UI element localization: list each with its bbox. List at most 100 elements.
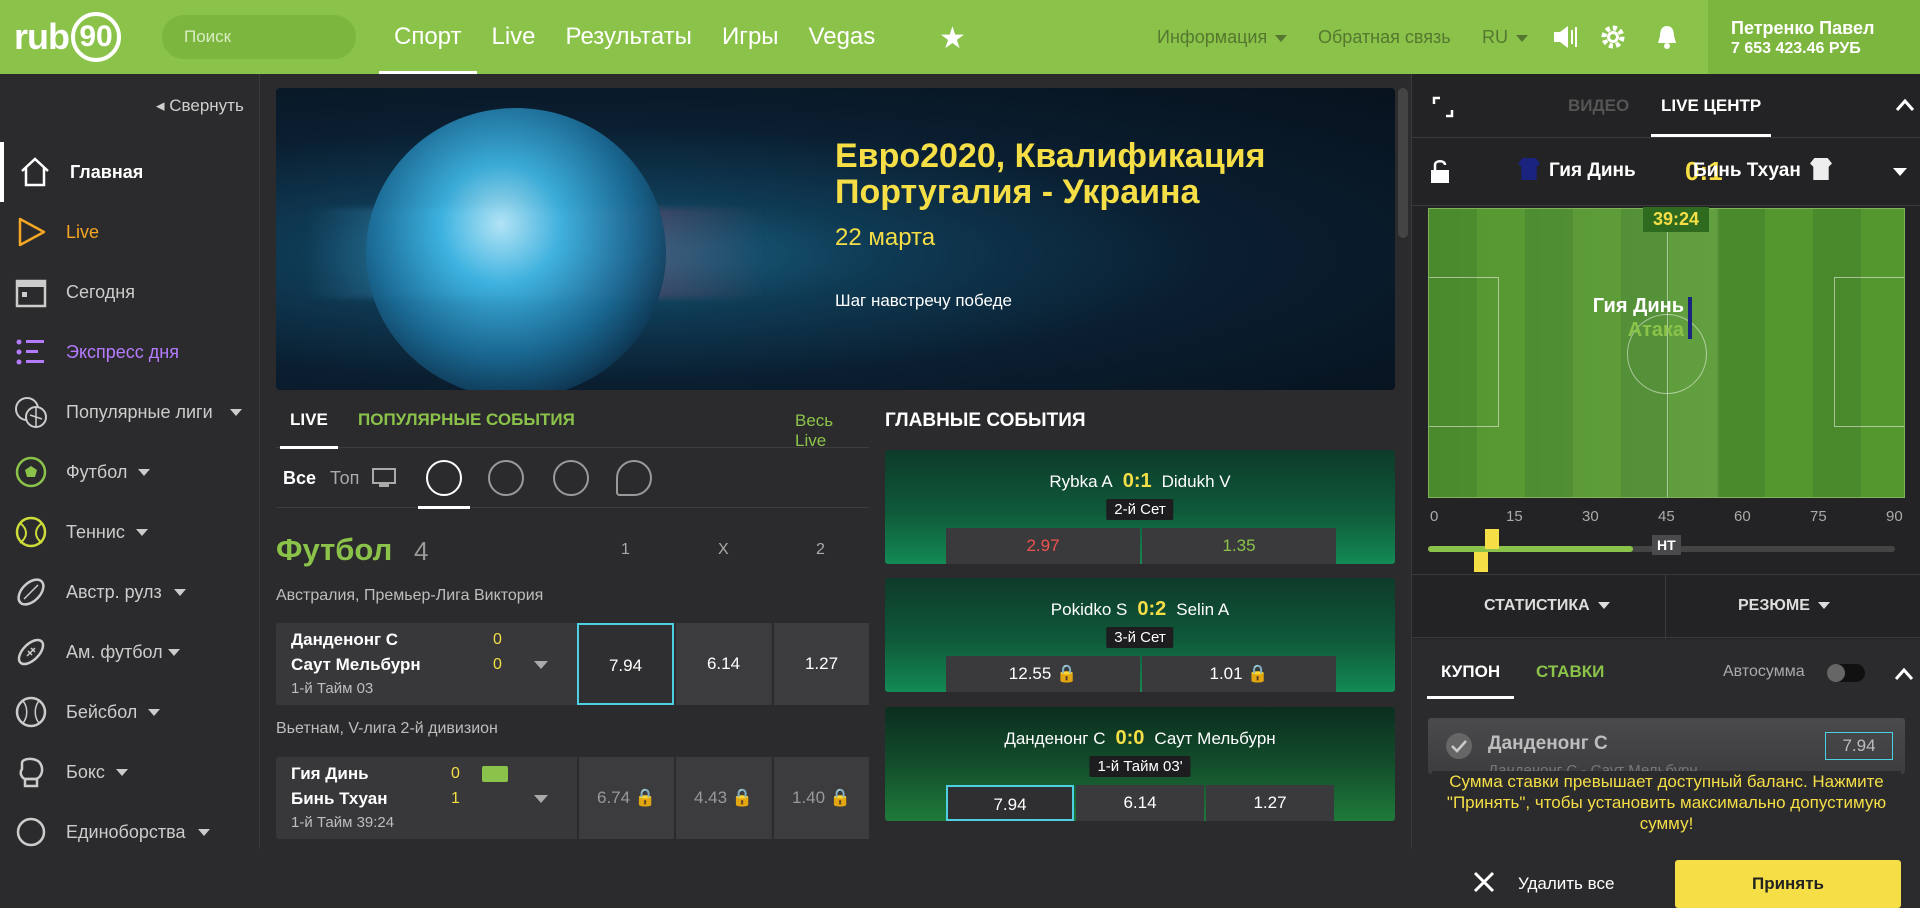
odd-2-locked: 1.01 🔒 — [1142, 656, 1336, 692]
accept-button[interactable]: Принять — [1675, 860, 1901, 908]
check-icon[interactable] — [1445, 732, 1473, 760]
event-card[interactable]: Pokidko S 0:2 Selin A 3-й Сет 12.55 🔒 1.01… — [885, 578, 1395, 692]
odd-2[interactable]: 1.27 — [1206, 785, 1334, 821]
filter-table-tennis-icon[interactable] — [616, 460, 652, 496]
search-input[interactable]: Поиск — [162, 15, 356, 59]
tab-live[interactable]: LIVE — [280, 410, 338, 449]
sidebar-item-label: Футбол — [66, 461, 128, 482]
tennis-ball-icon — [15, 516, 47, 548]
all-live-link[interactable]: Весь Live — [795, 411, 869, 451]
event-period: 1-й Тайм 03' — [1089, 756, 1191, 777]
sidebar-item-combat[interactable]: Единоборства — [0, 802, 260, 862]
odd-1[interactable]: 7.94 — [946, 785, 1074, 821]
nav-vegas[interactable]: Vegas — [794, 0, 891, 74]
sidebar-item-home[interactable]: Главная — [0, 142, 260, 202]
timeline-tick: 0 — [1430, 508, 1439, 525]
top-bar: rub 90 Поиск Спорт Live Результаты Игры … — [0, 0, 1920, 74]
nav-results[interactable]: Результаты — [551, 0, 707, 74]
tab-coupon[interactable]: КУПОН — [1426, 662, 1515, 699]
delete-all-button[interactable]: Удалить все — [1518, 874, 1614, 894]
yellow-card-icon — [1474, 552, 1488, 572]
language-label: RU — [1482, 27, 1508, 47]
chevron-down-icon[interactable] — [534, 795, 548, 803]
table-row[interactable]: Гия Динь Бинь Тхуан 0 1 1-й Тайм 39:24 6… — [276, 757, 869, 839]
nav-live[interactable]: Live — [477, 0, 551, 74]
event-card[interactable]: Данденонг С 0:0 Саут Мельбурн 1-й Тайм 03'… — [885, 707, 1395, 821]
language-select[interactable]: RU — [1482, 27, 1528, 48]
sidebar-item-tennis[interactable]: Теннис — [0, 502, 260, 562]
sidebar-item-popular-leagues[interactable]: Популярные лиги — [0, 382, 260, 442]
notifications-bell-icon[interactable] — [1655, 24, 1679, 50]
sport-filter-bar: Все Топ — [276, 448, 869, 509]
sound-icon[interactable] — [1552, 24, 1578, 50]
odd-x-locked: 4.43 🔒 — [674, 757, 771, 839]
odd-2[interactable]: 1.35 — [1142, 528, 1336, 564]
auto-sum-toggle[interactable] — [1827, 664, 1865, 682]
settings-gear-icon[interactable] — [1600, 24, 1626, 50]
timeline-tick: 90 — [1886, 508, 1903, 525]
play-icon — [18, 217, 46, 247]
sidebar-item-label: Главная — [70, 161, 144, 182]
score-away: 0 — [493, 656, 502, 673]
filter-soccer-icon[interactable] — [488, 460, 524, 496]
odd-2-locked: 1.40 🔒 — [772, 757, 869, 839]
table-row[interactable]: Данденонг С Саут Мельбурн 0 0 1-й Тайм 0… — [276, 623, 869, 705]
logo[interactable]: rub 90 — [14, 12, 121, 62]
user-account[interactable]: Петренко Павел 7 653 423.46 РУБ — [1708, 0, 1920, 74]
monitor-icon[interactable] — [372, 468, 396, 488]
collapse-sidebar-button[interactable]: ◂ Свернуть — [156, 96, 244, 116]
logo-number: 90 — [71, 12, 121, 62]
info-menu[interactable]: Информация — [1157, 27, 1288, 48]
odd-2[interactable]: 1.27 — [772, 623, 869, 705]
nav-games[interactable]: Игры — [707, 0, 794, 74]
filter-all[interactable]: Все — [283, 468, 316, 489]
timeline-tick: 75 — [1810, 508, 1827, 525]
bet-item[interactable]: Данденонг С 7.94 Данденонг С - Саут Мель… — [1428, 718, 1905, 779]
combat-sports-icon — [16, 817, 46, 847]
nav-sport[interactable]: Спорт — [379, 0, 477, 74]
logo-text: rub — [14, 16, 70, 57]
scrollbar[interactable] — [1398, 88, 1408, 238]
close-icon[interactable] — [1472, 870, 1496, 894]
sidebar-item-express[interactable]: Экспресс дня — [0, 322, 260, 382]
favorites-star-icon[interactable]: ★ — [939, 24, 966, 54]
expand-icon[interactable] — [1432, 96, 1454, 118]
collapse-label: Свернуть — [169, 96, 244, 115]
sidebar-item-today[interactable]: Сегодня — [0, 262, 260, 322]
tab-live-center[interactable]: LIVE ЦЕНТР — [1650, 96, 1772, 137]
odd-x[interactable]: 6.14 — [674, 623, 771, 705]
sidebar-item-boxing[interactable]: Бокс — [0, 742, 260, 802]
promo-banner[interactable]: Евро2020, Квалификация Португалия - Украи… — [276, 88, 1395, 390]
sidebar-item-aussie-rules[interactable]: Австр. рулз — [0, 562, 260, 622]
odd-x[interactable]: 6.14 — [1076, 785, 1204, 821]
sidebar-item-label: Австр. рулз — [66, 581, 162, 602]
filter-top[interactable]: Топ — [330, 468, 359, 489]
event-card[interactable]: Rybka A 0:1 Didukh V 2-й Сет 2.97 1.35 — [885, 450, 1395, 564]
filter-soccer-balls-icon[interactable] — [426, 460, 462, 496]
summary-dropdown[interactable]: РЕЗЮМЕ — [1738, 597, 1830, 615]
sidebar-item-label: Экспресс дня — [66, 341, 179, 362]
sidebar-item-baseball[interactable]: Бейсбол — [0, 682, 260, 742]
chevron-up-icon[interactable] — [1894, 667, 1914, 681]
event-teams: Данденонг С 0:0 Саут Мельбурн — [1004, 727, 1276, 749]
balls-icon — [15, 397, 47, 428]
match-time: 1-й Тайм 03 — [291, 680, 374, 697]
chevron-up-icon[interactable] — [1895, 98, 1915, 112]
stats-dropdown[interactable]: СТАТИСТИКА — [1484, 597, 1610, 615]
feedback-link[interactable]: Обратная связь — [1318, 27, 1451, 48]
odd-1[interactable]: 7.94 — [577, 623, 674, 705]
sidebar-item-american-football[interactable]: Ам. футбол — [0, 622, 260, 682]
filter-tennis-icon[interactable] — [553, 460, 589, 496]
tab-video[interactable]: ВИДЕО — [1568, 96, 1629, 116]
odd-1-locked: 6.74 🔒 — [577, 757, 674, 839]
tab-popular-events[interactable]: ПОПУЛЯРНЫЕ СОБЫТИЯ — [358, 410, 575, 430]
odd-1[interactable]: 2.97 — [946, 528, 1140, 564]
sport-count: 4 — [414, 536, 429, 566]
match-dropdown-icon[interactable] — [1893, 168, 1907, 176]
tab-bets[interactable]: СТАВКИ — [1536, 662, 1604, 682]
chevron-down-icon[interactable] — [534, 661, 548, 669]
unlock-icon[interactable] — [1429, 158, 1451, 184]
user-name: Петренко Павел — [1731, 18, 1875, 38]
sidebar-item-live[interactable]: Live — [0, 202, 260, 262]
sidebar-item-football[interactable]: Футбол — [0, 442, 260, 502]
